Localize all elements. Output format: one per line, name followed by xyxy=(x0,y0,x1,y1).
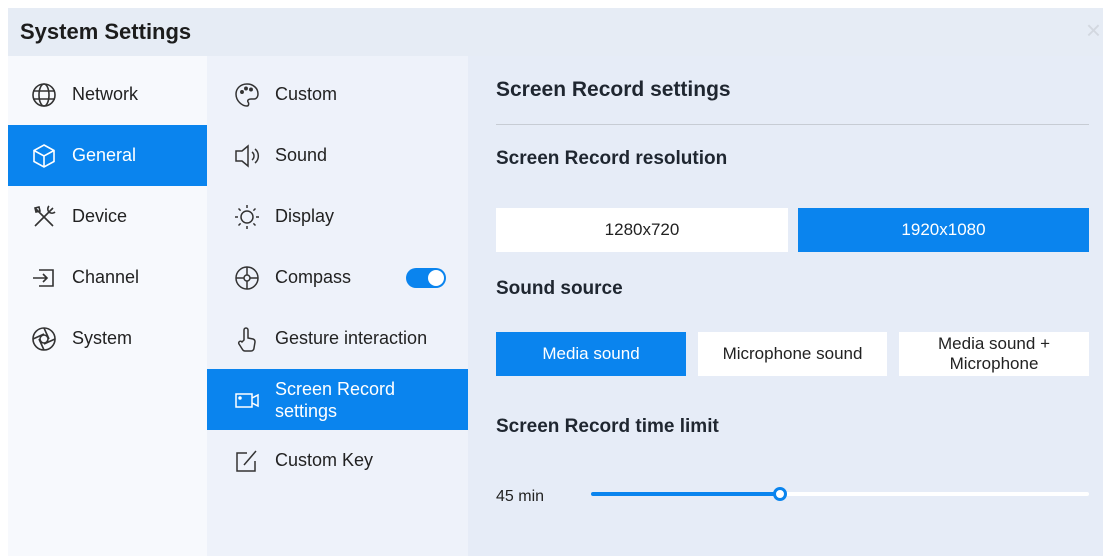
nav-item-label: System xyxy=(72,328,133,348)
subnav-item-gesture[interactable]: Gesture interaction xyxy=(207,308,468,369)
sound-option-media[interactable]: Media sound xyxy=(496,332,686,376)
aperture-icon xyxy=(32,326,56,351)
time-limit-value: 45 min xyxy=(496,488,545,505)
nav-item-channel[interactable]: Channel xyxy=(8,247,207,308)
slider-fill xyxy=(591,492,781,496)
subnav-item-screen-record[interactable]: Screen Record settings xyxy=(207,369,468,430)
close-icon[interactable]: × xyxy=(1086,17,1101,43)
sound-option-microphone[interactable]: Microphone sound xyxy=(698,332,887,376)
subnav-item-label: Compass xyxy=(275,267,352,287)
subnav-item-display[interactable]: Display xyxy=(207,186,468,247)
sound-source-label: Sound source xyxy=(496,278,623,299)
resolution-option-1280x720[interactable]: 1280x720 xyxy=(496,208,788,252)
cube-icon xyxy=(33,143,55,168)
subnav-item-label: Gesture interaction xyxy=(275,328,428,348)
title-bar: System Settings × xyxy=(8,8,1103,56)
subnav-item-compass[interactable]: Compass xyxy=(207,247,468,308)
slider-thumb[interactable] xyxy=(773,487,788,501)
time-limit-slider[interactable] xyxy=(591,487,1089,501)
input-icon xyxy=(33,268,54,287)
resolution-label: Screen Record resolution xyxy=(496,148,728,169)
settings-panel: Screen Record settings Screen Record res… xyxy=(468,56,1103,556)
nav-item-device[interactable]: Device xyxy=(8,186,207,247)
nav-item-label: Channel xyxy=(72,267,140,287)
compass-icon xyxy=(235,265,259,290)
sun-icon xyxy=(235,204,259,229)
nav-item-label: Network xyxy=(72,84,139,104)
window-title: System Settings xyxy=(20,19,192,44)
subnav-item-label: Custom xyxy=(275,84,338,104)
subnav-label-line1: Screen Record xyxy=(275,378,396,399)
nav-item-label: Device xyxy=(72,206,128,226)
nav-item-network[interactable]: Network xyxy=(8,64,207,125)
speaker-icon xyxy=(235,143,260,168)
globe-icon xyxy=(32,82,56,107)
nav-item-general[interactable]: General xyxy=(8,125,207,186)
edit-square-icon xyxy=(236,450,257,472)
subnav-item-label: Screen Record settings xyxy=(275,378,395,422)
nav-item-label: General xyxy=(72,145,137,165)
subnav-item-label: Custom Key xyxy=(275,450,374,470)
resolution-option-1920x1080[interactable]: 1920x1080 xyxy=(798,208,1089,252)
subnav-label-line2: settings xyxy=(275,400,338,421)
subnav-item-sound[interactable]: Sound xyxy=(207,125,468,186)
subnav-item-label: Sound xyxy=(275,145,328,165)
subnav-item-custom-key[interactable]: Custom Key xyxy=(207,430,468,491)
main-nav: Network General Device Channel System xyxy=(8,56,207,556)
hand-icon xyxy=(237,326,256,352)
subnav-item-label: Display xyxy=(275,206,335,226)
time-limit-label: Screen Record time limit xyxy=(496,416,719,437)
panel-title: Screen Record settings xyxy=(496,78,731,101)
video-camera-icon xyxy=(235,392,259,408)
subnav-item-custom[interactable]: Custom xyxy=(207,64,468,125)
nav-item-system[interactable]: System xyxy=(8,308,207,369)
settings-window: System Settings × Network General Device xyxy=(8,8,1103,556)
sound-option-media-and-microphone[interactable]: Media sound + Microphone xyxy=(899,332,1089,376)
compass-toggle[interactable] xyxy=(406,268,446,288)
palette-icon xyxy=(235,82,259,107)
divider xyxy=(496,124,1089,125)
sub-nav: Custom Sound Display Compass Gesture int… xyxy=(207,56,468,556)
tools-icon xyxy=(34,204,56,227)
